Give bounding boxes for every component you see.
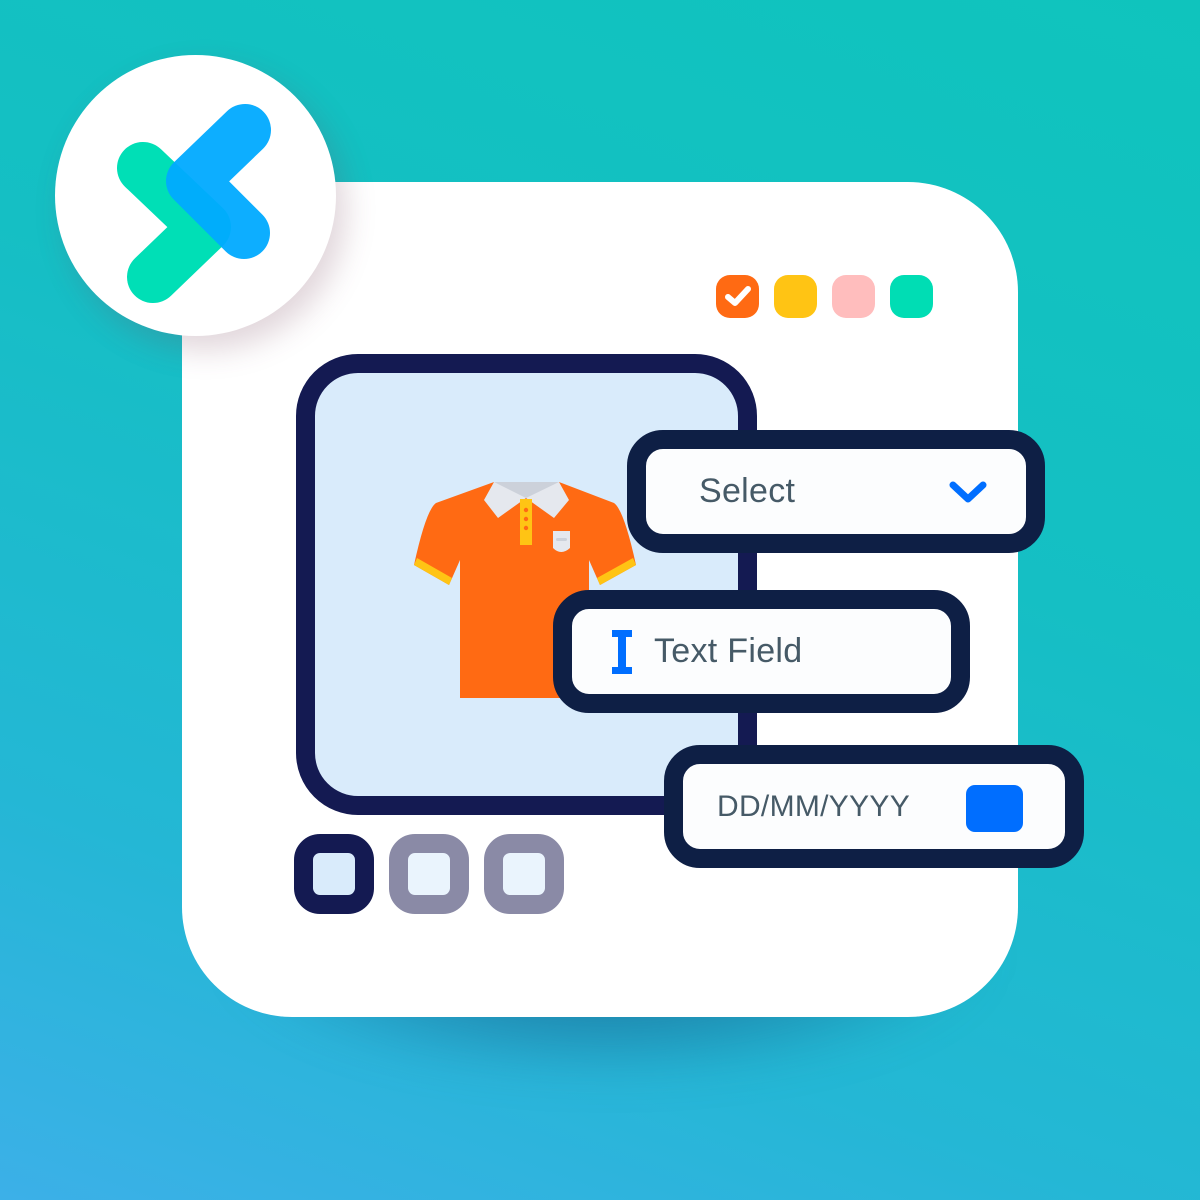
yellow-dot[interactable] bbox=[774, 275, 817, 318]
text-field-input[interactable]: Text Field bbox=[553, 590, 970, 713]
chevrons-x-logo-icon bbox=[117, 104, 271, 303]
select-dropdown[interactable]: Select bbox=[627, 430, 1045, 553]
date-input[interactable]: DD/MM/YYYY bbox=[664, 745, 1084, 868]
select-label: Select bbox=[699, 472, 796, 510]
thumbnail-1[interactable] bbox=[294, 834, 374, 914]
thumbnail-row bbox=[294, 834, 564, 914]
date-placeholder: DD/MM/YYYY bbox=[717, 789, 911, 823]
text-field-label: Text Field bbox=[654, 632, 803, 670]
thumbnail-2[interactable] bbox=[389, 834, 469, 914]
thumbnail-3[interactable] bbox=[484, 834, 564, 914]
checkmark-icon bbox=[725, 286, 751, 306]
logo-badge bbox=[55, 55, 336, 336]
chevron-down-icon[interactable] bbox=[948, 479, 988, 507]
check-dot[interactable] bbox=[716, 275, 759, 318]
pink-dot[interactable] bbox=[832, 275, 875, 318]
status-dots bbox=[716, 275, 933, 318]
green-dot[interactable] bbox=[890, 275, 933, 318]
calendar-square-icon[interactable] bbox=[966, 785, 1023, 832]
text-cursor-icon bbox=[612, 629, 632, 674]
